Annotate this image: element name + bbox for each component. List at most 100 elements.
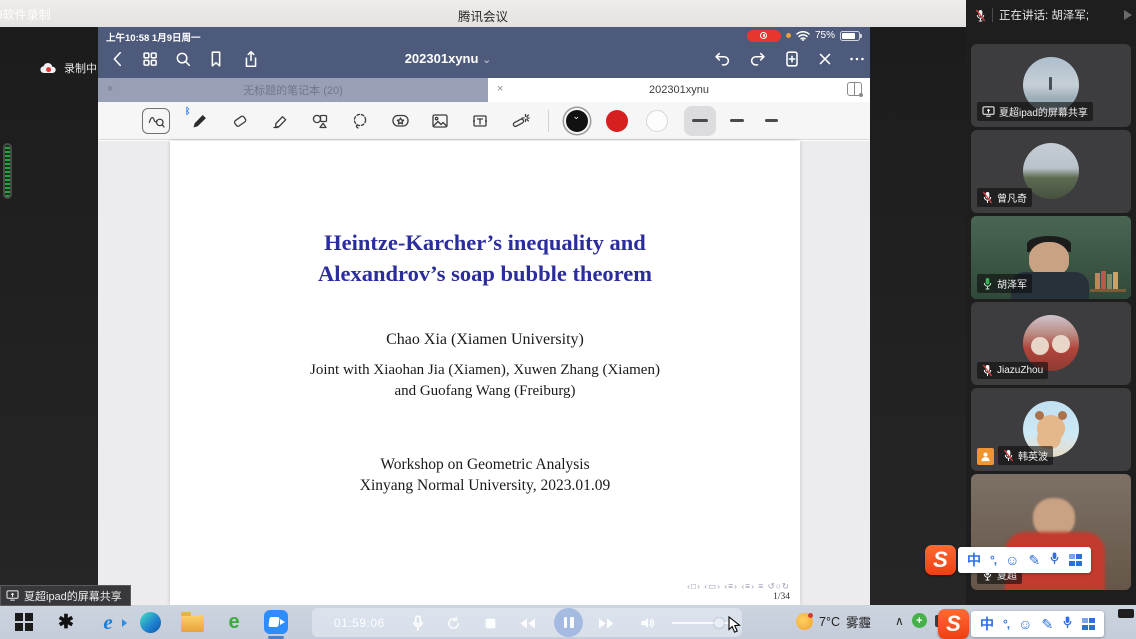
tencent-meeting-taskbar-icon[interactable]	[264, 610, 288, 634]
stroke-thin[interactable]	[758, 106, 784, 136]
nav-row: 202301xynu ⌄	[98, 41, 870, 78]
ime-menu-grid-icon[interactable]	[1069, 554, 1081, 566]
tab-close-icon[interactable]: ×	[497, 83, 503, 95]
browser-360-icon[interactable]: e	[222, 610, 246, 634]
app-icon-swirl[interactable]: ✱	[54, 610, 78, 634]
ime-voice-icon[interactable]	[1062, 615, 1073, 634]
search-button[interactable]	[171, 47, 195, 71]
deck-pause-button[interactable]	[554, 608, 583, 637]
drawing-toolbar: ᛒ	[98, 102, 870, 140]
weather-widget[interactable]: 7°C 雾霾	[796, 612, 871, 631]
volume-knob[interactable]	[714, 618, 724, 628]
tab-current-document[interactable]: × 202301xynu	[488, 78, 870, 102]
more-options-button[interactable]	[845, 47, 869, 71]
file-explorer-icon[interactable]	[180, 610, 204, 634]
header-divider	[992, 8, 993, 22]
ime-handwriting-icon[interactable]: ✎	[1041, 616, 1053, 633]
read-mode-tool[interactable]	[142, 108, 170, 134]
bookmark-button[interactable]	[204, 47, 228, 71]
back-button[interactable]	[106, 47, 130, 71]
ime-emoji-icon[interactable]: ☺	[1005, 552, 1019, 568]
close-document-button[interactable]	[813, 47, 837, 71]
deck-mic-icon[interactable]	[408, 613, 428, 633]
color-white[interactable]	[646, 110, 668, 132]
tab-label: 无标题的笔记本 (20)	[243, 82, 343, 98]
sogou-logo[interactable]: S	[925, 545, 956, 575]
weather-condition: 雾霾	[846, 612, 871, 631]
recording-timer: 01:59:06	[334, 616, 385, 630]
ime-mode-chinese[interactable]: 中	[980, 614, 994, 634]
ime-bar-floating: S 中 °, ☺ ✎	[925, 545, 1091, 575]
deck-stop-button[interactable]	[480, 613, 500, 633]
document-canvas[interactable]: Heintze-Karcher’s inequality and Alexand…	[98, 141, 870, 605]
recording-cloud-icon	[40, 62, 57, 75]
tab-label: 202301xynu	[649, 84, 709, 96]
eraser-tool[interactable]	[228, 109, 252, 133]
undo-button[interactable]	[710, 47, 734, 71]
chevron-down-icon: ⌄	[482, 54, 491, 66]
ime-handwriting-icon[interactable]: ✎	[1028, 552, 1040, 569]
laser-pointer-tool[interactable]	[508, 109, 532, 133]
split-view-icon[interactable]	[847, 82, 862, 96]
pen-tool[interactable]: ᛒ	[188, 109, 212, 133]
tray-expand-icon[interactable]: ∧	[895, 614, 904, 628]
elements-sticker-tool[interactable]	[388, 109, 412, 133]
start-button[interactable]	[12, 610, 36, 634]
deck-rewind-button[interactable]	[518, 613, 538, 633]
tab-untitled-notebook[interactable]: × 无标题的笔记本 (20)	[98, 78, 488, 102]
toolbar-divider	[548, 110, 549, 132]
deck-volume-icon[interactable]	[638, 613, 658, 633]
speaking-now-label: 正在讲话: 胡泽军;	[999, 7, 1089, 23]
tab-close-icon[interactable]: ×	[107, 83, 113, 95]
screen-share-area: 录制中 上午10:58 1月9日周一 75%	[0, 27, 966, 605]
ime-punctuation[interactable]: °,	[990, 553, 996, 567]
redo-button[interactable]	[746, 47, 770, 71]
bluetooth-icon: ᛒ	[185, 106, 190, 116]
participant-name: JiazuZhou	[997, 365, 1043, 376]
slide-title: Heintze-Karcher’s inequality and Alexand…	[170, 227, 800, 289]
image-tool[interactable]	[428, 109, 452, 133]
deck-restart-icon[interactable]	[443, 613, 463, 633]
color-black-selected[interactable]	[566, 110, 588, 132]
deck-forward-button[interactable]	[596, 613, 616, 633]
system-title-bar: 9软件录制 腾讯会议	[0, 0, 966, 27]
ime-emoji-icon[interactable]: ☺	[1018, 616, 1032, 632]
pdf-nav-symbols[interactable]: ‹□› ‹▭› ‹≡› ‹≡› ≡ ↺○↻	[687, 581, 790, 592]
highlighter-tool[interactable]	[268, 109, 292, 133]
participant-tile-screen-share[interactable]: 夏超ipad的屏幕共享	[971, 44, 1131, 127]
grid-view-button[interactable]	[138, 47, 162, 71]
slide-page[interactable]: Heintze-Karcher’s inequality and Alexand…	[170, 141, 800, 605]
participants-sidebar: 正在讲话: 胡泽军; 夏超ipad的屏幕共享	[966, 0, 1136, 605]
lasso-tool[interactable]	[348, 109, 372, 133]
sidebar-collapse-arrow[interactable]	[1124, 10, 1132, 20]
text-tool[interactable]	[468, 109, 492, 133]
tray-360-icon[interactable]: +	[912, 613, 927, 628]
stroke-thick-selected[interactable]	[684, 106, 716, 136]
add-page-button[interactable]	[780, 47, 804, 71]
internet-explorer-icon[interactable]: e	[96, 610, 120, 634]
battery-percent: 75%	[815, 30, 835, 41]
participant-tile[interactable]: 韩英波	[971, 388, 1131, 471]
share-button[interactable]	[239, 47, 263, 71]
participant-tile[interactable]: JiazuZhou	[971, 302, 1131, 385]
recording-label: 录制中	[64, 60, 97, 76]
participant-tile-speaking[interactable]: 胡泽军	[971, 216, 1131, 299]
screen-share-badge: 夏超ipad的屏幕共享	[0, 585, 131, 606]
stroke-medium[interactable]	[724, 106, 750, 136]
taskbar-app-icons: ✱ e e	[12, 605, 288, 639]
ime-voice-icon[interactable]	[1049, 551, 1060, 570]
ime-punctuation[interactable]: °,	[1003, 617, 1009, 631]
participant-name: 韩英波	[1018, 448, 1048, 463]
shapes-tool[interactable]	[308, 109, 332, 133]
volume-slider[interactable]	[672, 622, 730, 625]
wifi-icon	[796, 30, 810, 41]
screen-recording-pill[interactable]	[747, 30, 781, 42]
document-title[interactable]: 202301xynu ⌄	[368, 51, 528, 66]
participant-tile[interactable]: 曾凡奇	[971, 130, 1131, 213]
ime-mode-chinese[interactable]: 中	[967, 550, 981, 570]
ime-menu-grid-icon[interactable]	[1082, 618, 1094, 630]
sogou-logo[interactable]: S	[938, 609, 969, 639]
mic-muted-icon	[982, 364, 993, 377]
edge-browser-icon[interactable]	[138, 610, 162, 634]
color-red[interactable]	[606, 110, 628, 132]
